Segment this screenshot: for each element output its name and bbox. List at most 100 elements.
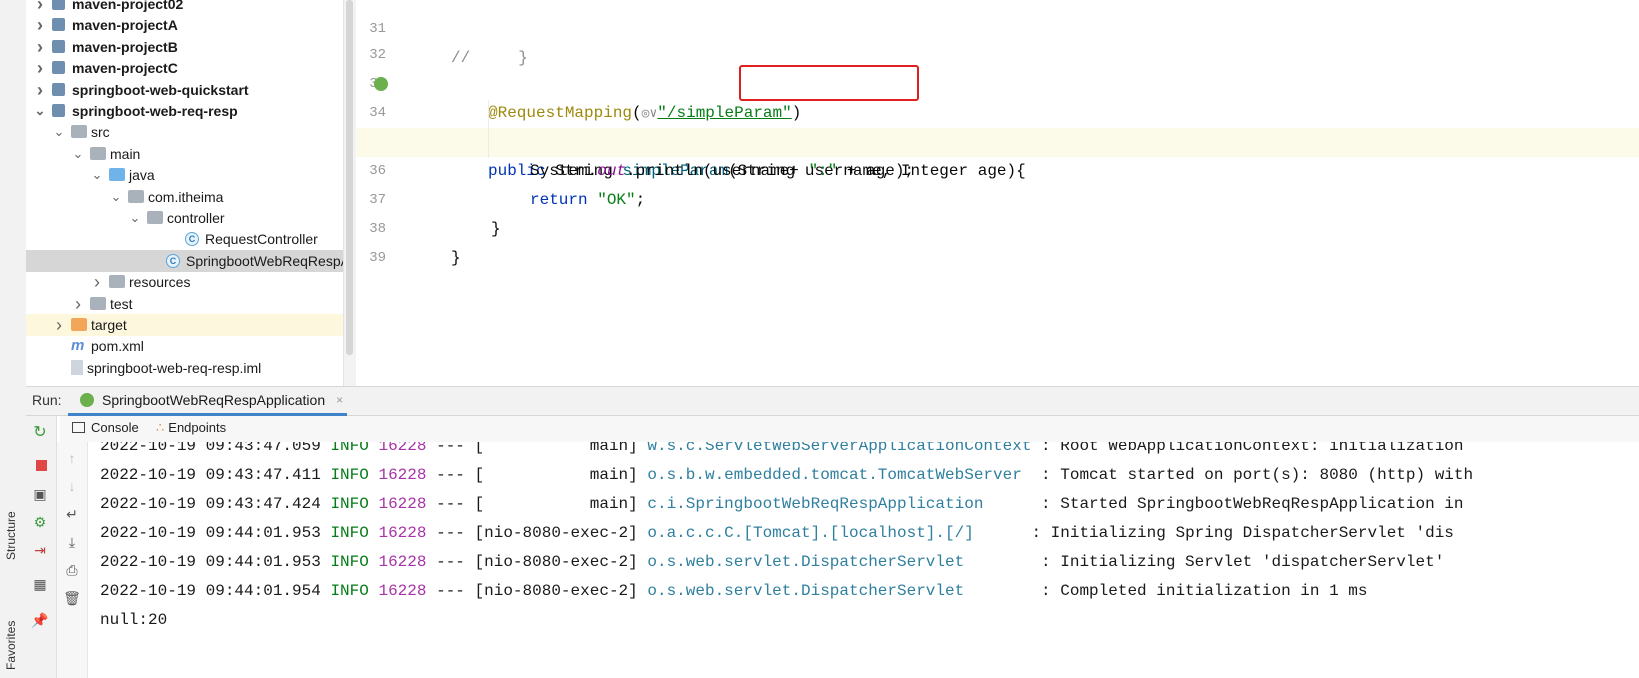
chevron-down-icon[interactable]: ⌄ xyxy=(91,164,103,186)
code-line-38[interactable]: 38 } xyxy=(356,186,1639,267)
run-label: Run: xyxy=(32,392,62,408)
chevron-down-icon[interactable]: ⌄ xyxy=(34,100,46,122)
tab-console[interactable]: Console xyxy=(72,420,139,435)
log-pid: 16228 xyxy=(378,495,427,513)
log-sep: --- xyxy=(436,553,465,571)
tree-item-label: RequestController xyxy=(205,231,318,248)
log-pid: 16228 xyxy=(378,466,427,484)
exit-icon[interactable]: ⇥ xyxy=(28,542,52,559)
module-icon xyxy=(52,0,65,10)
tree-item[interactable]: m pom.xml xyxy=(26,335,356,357)
tree-item[interactable]: ⌄ src xyxy=(26,121,356,143)
tree-item[interactable]: › target xyxy=(26,314,344,336)
log-ts: 2022-10-19 09:44:01.953 xyxy=(100,553,321,571)
tree-item[interactable]: ⌄ controller xyxy=(26,207,356,229)
scrollbar-thumb[interactable] xyxy=(346,0,353,355)
chevron-right-icon[interactable]: › xyxy=(72,293,84,315)
log-thread: [nio-8080-exec-2] xyxy=(474,553,638,571)
log-logger: o.a.c.c.C.[Tomcat].[localhost].[/] xyxy=(647,524,1022,542)
pin-icon[interactable]: 📌 xyxy=(28,612,52,629)
log-logger: w.s.c.ServletWebServerApplicationContext xyxy=(647,442,1032,455)
chevron-down-icon[interactable]: ⌄ xyxy=(110,186,122,208)
tree-item[interactable]: springboot-web-req-resp.iml xyxy=(26,357,356,379)
tree-item[interactable]: › test xyxy=(26,293,356,315)
log-level: INFO xyxy=(330,524,369,542)
chevron-down-icon[interactable]: ⌄ xyxy=(72,143,84,165)
tree-item[interactable]: ⌄ java xyxy=(26,164,356,186)
log-pid: 16228 xyxy=(378,582,427,600)
log-line: 2022-10-19 09:44:01.954 INFO 16228 --- [… xyxy=(100,577,1367,606)
scroll-to-end-icon[interactable]: ⤓ xyxy=(60,534,84,551)
chevron-right-icon[interactable]: › xyxy=(91,271,103,293)
chevron-right-icon[interactable]: › xyxy=(34,36,46,58)
favorites-tab[interactable]: Favorites xyxy=(4,621,18,670)
tree-item-label: springboot-web-req-resp.iml xyxy=(87,359,262,376)
code-editor[interactable]: 31 // } 32 33 @RequestMapping(◎∨"/simple… xyxy=(356,0,1639,392)
run-toolbar: ↻ ▣ ⚙ ⇥ ▦ 📌 xyxy=(26,416,57,678)
log-sep: --- xyxy=(436,495,465,513)
chevron-down-icon[interactable]: ⌄ xyxy=(53,121,65,143)
run-config-tab[interactable]: SpringbootWebReqRespApplication × xyxy=(68,387,348,416)
chevron-right-icon[interactable]: › xyxy=(34,0,46,15)
tree-item[interactable]: › springboot-web-quickstart xyxy=(26,79,356,101)
project-tree: › maven-project02 › maven-projectA › maven-pr… xyxy=(26,0,356,400)
log-thread: [ main] xyxy=(474,495,638,513)
tree-item-label: SpringbootWebReqRespAp xyxy=(186,252,356,269)
code-line-39[interactable]: 39 xyxy=(356,215,1639,266)
log-logger: c.i.SpringbootWebReqRespApplication xyxy=(647,495,1032,513)
chevron-right-icon[interactable]: › xyxy=(34,79,46,101)
tree-item-label: resources xyxy=(129,274,191,291)
console-icon xyxy=(72,422,85,433)
trash-icon[interactable]: 🗑 xyxy=(60,590,84,607)
log-thread: [ main] xyxy=(474,466,638,484)
stop-icon[interactable] xyxy=(29,458,53,474)
maven-icon: m xyxy=(71,337,85,355)
console-output[interactable]: 2022-10-19 09:43:47.059 INFO 16228 --- [… xyxy=(88,442,1639,678)
tree-item[interactable]: ⌄ com.itheima xyxy=(26,186,356,208)
layout-icon[interactable]: ▦ xyxy=(28,576,52,593)
soft-wrap-icon[interactable]: ↵ xyxy=(60,506,84,523)
log-level: INFO xyxy=(330,553,369,571)
tree-item[interactable]: ⌄ main xyxy=(26,143,356,165)
log-line: 2022-10-19 09:44:01.953 INFO 16228 --- [… xyxy=(100,519,1454,548)
run-tab-title: SpringbootWebReqRespApplication xyxy=(102,392,326,408)
code-line-34[interactable]: 34 public String simpleParam(String user… xyxy=(356,70,1639,180)
chevron-right-icon[interactable]: › xyxy=(34,14,46,36)
code-line-33[interactable]: 33 @RequestMapping(◎∨"/simpleParam") xyxy=(356,41,1639,122)
project-tree-scrollbar[interactable] xyxy=(343,0,356,400)
endpoint-gutter-icon[interactable] xyxy=(374,77,388,91)
arrow-up-icon[interactable]: ↑ xyxy=(60,450,84,466)
rerun-icon[interactable]: ↻ xyxy=(28,422,52,442)
folder-icon xyxy=(147,211,163,224)
structure-tab[interactable]: Structure xyxy=(4,511,18,560)
close-icon[interactable]: × xyxy=(336,387,343,413)
code-line-35[interactable]: 35 System.out.println(username+ ":" + ag… xyxy=(356,99,1639,180)
print-icon[interactable]: ⎙ xyxy=(60,562,84,579)
log-level: INFO xyxy=(330,495,369,513)
tree-item[interactable]: C RequestController xyxy=(26,228,356,250)
highlight-box xyxy=(739,65,919,101)
run-tool-window-header: Run: SpringbootWebReqRespApplication × xyxy=(26,386,1639,416)
tree-item-label: maven-projectA xyxy=(72,17,178,34)
tree-item[interactable]: ⌄ springboot-web-req-resp xyxy=(26,100,356,122)
arrow-down-icon[interactable]: ↓ xyxy=(60,478,84,494)
tree-item[interactable]: › maven-project02 xyxy=(26,0,356,15)
tree-item[interactable]: › maven-projectA xyxy=(26,14,356,36)
code-line-32[interactable]: 32 xyxy=(356,12,1639,63)
chevron-right-icon[interactable]: › xyxy=(34,57,46,79)
chevron-right-icon[interactable]: › xyxy=(53,314,65,336)
log-line: 2022-10-19 09:43:47.424 INFO 16228 --- [… xyxy=(100,490,1464,519)
log-ts: 2022-10-19 09:44:01.954 xyxy=(100,582,321,600)
code-line-36[interactable]: 36 return "OK"; xyxy=(356,128,1639,209)
endpoints-icon: ∴ xyxy=(156,420,165,435)
tree-item[interactable]: › resources xyxy=(26,271,356,293)
debug-icon[interactable]: ⚙ xyxy=(28,514,52,531)
tab-endpoints[interactable]: ∴ Endpoints xyxy=(156,420,226,436)
code-line-37[interactable]: 37 } xyxy=(356,157,1639,238)
tree-item[interactable]: › maven-projectC xyxy=(26,57,356,79)
chevron-down-icon[interactable]: ⌄ xyxy=(129,207,141,229)
log-ts: 2022-10-19 09:43:47.424 xyxy=(100,495,321,513)
camera-icon[interactable]: ▣ xyxy=(28,486,52,503)
tree-item[interactable]: › maven-projectB xyxy=(26,36,356,58)
tree-item[interactable]: C SpringbootWebReqRespAp xyxy=(26,249,356,272)
